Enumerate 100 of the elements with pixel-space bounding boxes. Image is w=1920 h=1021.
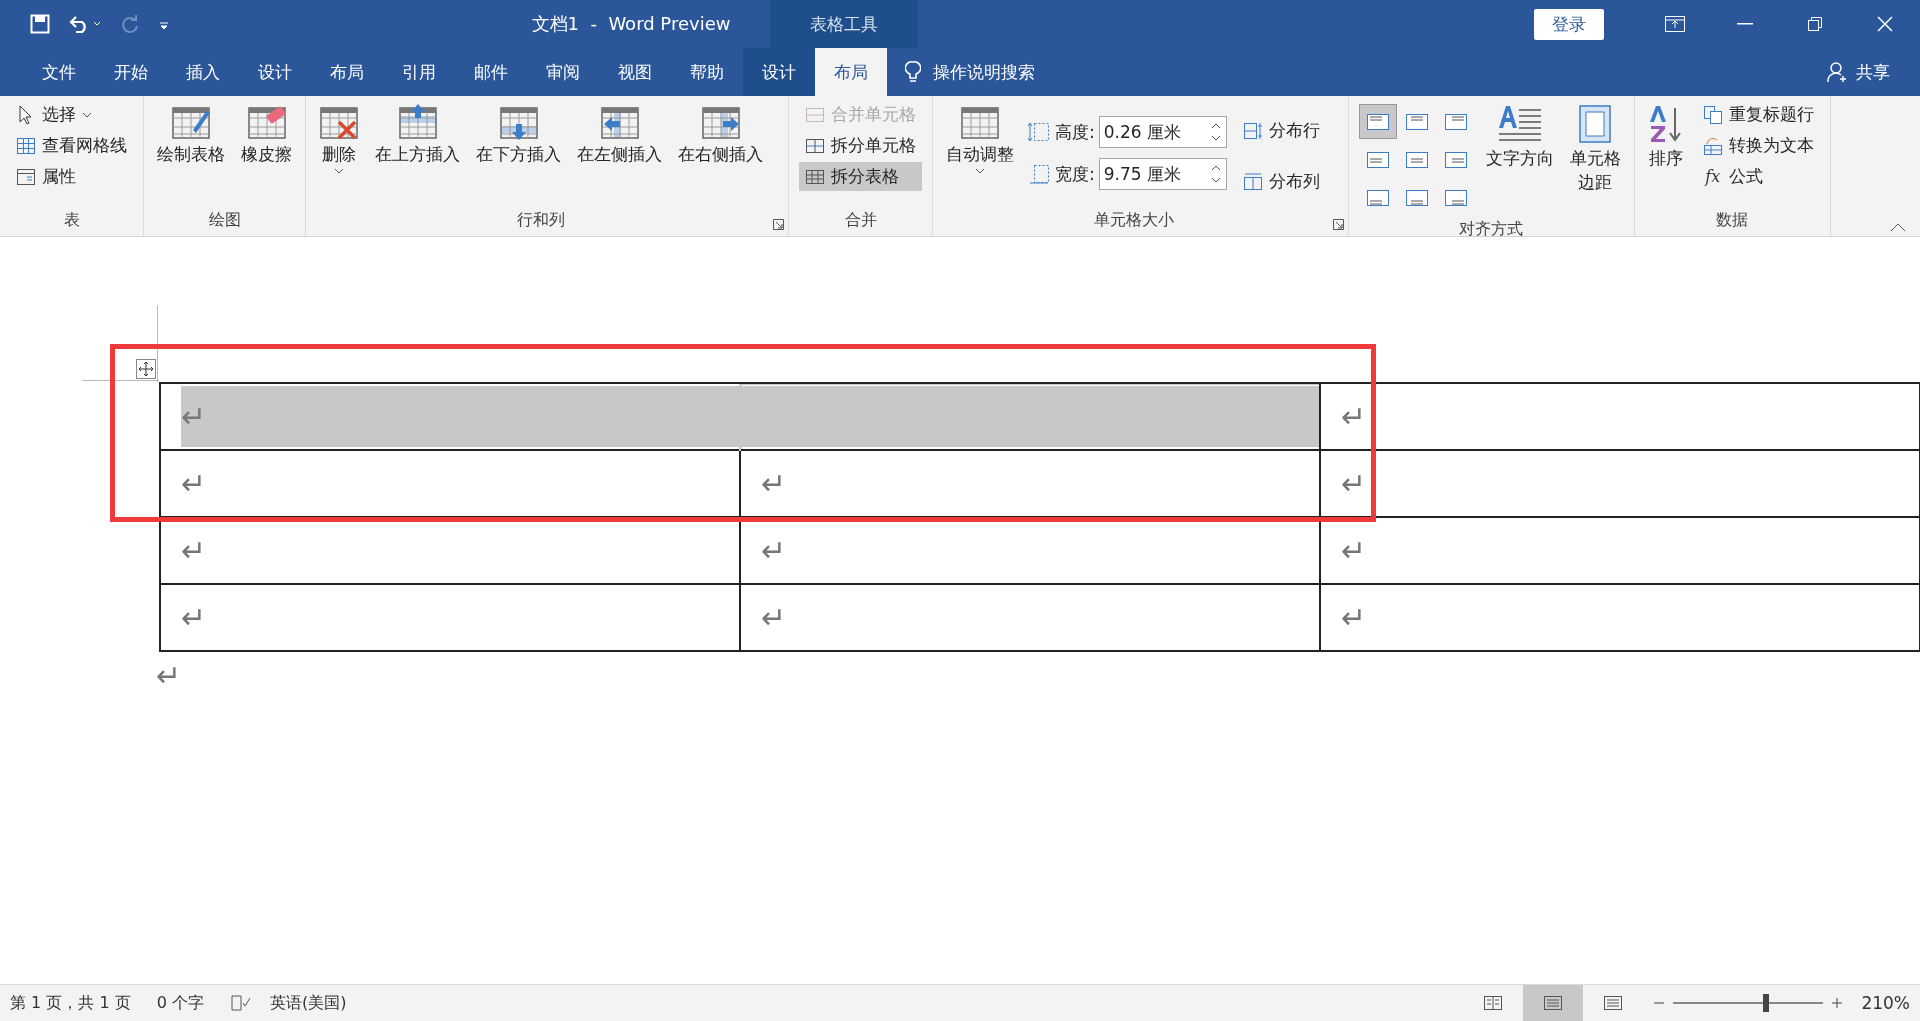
ribbon-button[interactable]: 转换为文本 [1696, 131, 1820, 160]
paragraph-mark: ↵ [156, 661, 182, 691]
spin-arrows-icon[interactable] [1209, 121, 1222, 143]
paragraph-mark: ↵ [181, 466, 207, 501]
ribbon-button[interactable]: 拆分表格 [799, 162, 922, 191]
paragraph-mark: ↵ [181, 533, 207, 568]
restore-icon [1807, 16, 1823, 32]
ribbon-tab[interactable]: 设计 [239, 48, 311, 96]
eraser-table-icon [246, 104, 287, 140]
ribbon-tab[interactable]: 布局 [815, 48, 887, 96]
zoom-in-icon[interactable] [1831, 997, 1844, 1009]
ribbon-button[interactable]: 分布列 [1236, 167, 1326, 196]
zoom-slider-thumb[interactable] [1763, 994, 1770, 1012]
dialog-launcher-icon[interactable] [773, 219, 784, 230]
insert-right-icon [700, 104, 741, 140]
ribbon-tab[interactable]: 帮助 [671, 48, 743, 96]
lightbulb-icon [905, 60, 921, 84]
close-icon [1877, 16, 1893, 32]
ribbon-button[interactable]: 重复标题行 [1696, 100, 1820, 129]
tell-me-search[interactable]: 操作说明搜索 [933, 60, 1035, 84]
spin-arrows-icon[interactable] [1209, 163, 1222, 185]
spin-field[interactable]: 0.26 厘米 [1098, 116, 1227, 148]
add-person-icon [1826, 61, 1848, 83]
ribbon-button[interactable]: 文字方向 [1482, 100, 1557, 173]
align-button[interactable] [1358, 104, 1397, 139]
undo-icon[interactable] [68, 14, 102, 34]
pen-table-icon [171, 104, 211, 140]
table-move-handle[interactable] [136, 359, 156, 379]
convert-text-icon [1702, 135, 1723, 156]
ribbon-button[interactable]: 删除 [316, 100, 362, 179]
window-title: 文档1 - Word Preview [530, 12, 732, 36]
page-icon [1543, 995, 1564, 1011]
align-text-icon [1404, 188, 1429, 207]
ribbon-tab[interactable]: 审阅 [527, 48, 599, 96]
share-button[interactable]: 共享 [1826, 48, 1890, 96]
paragraph-mark: ↵ [761, 466, 787, 501]
context-tab-group: 表格工具 [770, 0, 918, 48]
ribbon-button[interactable]: 在上方插入 [372, 100, 463, 169]
ribbon-button[interactable]: 单元格 边距 [1566, 100, 1624, 197]
dialog-launcher-icon[interactable] [1332, 219, 1344, 230]
proofing-icon[interactable] [229, 994, 252, 1012]
distribute-rows-icon [1242, 120, 1263, 141]
print-layout-button[interactable] [1523, 985, 1584, 1021]
ribbon-button[interactable]: 查看网格线 [10, 131, 133, 160]
row-height-icon [1027, 120, 1051, 144]
paragraph-mark: ↵ [181, 600, 207, 635]
language-status[interactable]: 英语(美国) [269, 992, 347, 1014]
paragraph-mark: ↵ [181, 399, 207, 434]
ribbon-tab[interactable]: 设计 [743, 48, 815, 96]
ribbon-tab[interactable]: 插入 [167, 48, 239, 96]
paragraph-mark: ↵ [1341, 533, 1367, 568]
ribbon-button[interactable]: 属性 [10, 162, 133, 191]
zoom-slider[interactable] [1673, 993, 1824, 1013]
delete-table-icon [319, 104, 359, 140]
properties-icon [16, 166, 36, 187]
ribbon-button[interactable]: 在左侧插入 [574, 100, 665, 169]
formula-icon: fx [1702, 167, 1723, 186]
group-label: 行和列 [516, 209, 566, 231]
ribbon-button[interactable]: 在下方插入 [473, 100, 564, 169]
ribbon-tab[interactable]: 视图 [599, 48, 671, 96]
ribbon-tab[interactable]: 布局 [311, 48, 383, 96]
book-icon [1483, 995, 1504, 1011]
align-text-icon [1365, 112, 1390, 131]
ribbon-tab[interactable]: 开始 [95, 48, 167, 96]
align-text-icon [1365, 188, 1390, 207]
login-button[interactable]: 登录 [1534, 8, 1604, 40]
ribbon-tab[interactable]: 邮件 [455, 48, 527, 96]
cell-margins-icon [1578, 104, 1613, 144]
word-count: 0 个字 [156, 992, 204, 1014]
spin-field[interactable]: 9.75 厘米 [1098, 158, 1227, 190]
save-icon[interactable] [30, 14, 50, 34]
align-text-icon [1443, 188, 1468, 207]
group-label: 绘图 [207, 209, 242, 231]
ribbon-button[interactable]: fx 公式 [1696, 162, 1820, 191]
ribbon-tab[interactable]: 文件 [23, 48, 95, 96]
zoom-level[interactable]: 210% [1861, 993, 1910, 1013]
text-direction-icon [1496, 104, 1543, 144]
group-label: 数据 [1715, 209, 1750, 231]
ribbon-display-icon [1664, 15, 1686, 33]
paragraph-mark: ↵ [761, 600, 787, 635]
group-label: 表 [62, 209, 81, 231]
ribbon-button[interactable]: 排序 [1644, 100, 1687, 173]
ribbon-button[interactable]: 分布行 [1236, 116, 1326, 145]
align-text-icon [1365, 150, 1390, 169]
align-text-icon [1443, 112, 1468, 131]
paragraph-mark: ↵ [1341, 600, 1367, 635]
repeat-header-icon [1702, 104, 1723, 125]
ribbon-button[interactable]: 在右侧插入 [675, 100, 766, 169]
ribbon-button[interactable]: 自动调整 [943, 100, 1017, 179]
field-label: 宽度: [1055, 162, 1095, 186]
paragraph-mark: ↵ [761, 533, 787, 568]
ribbon-button[interactable]: 绘制表格 [154, 100, 228, 169]
ribbon-button[interactable]: 选择 [10, 100, 133, 129]
field-label: 高度: [1055, 120, 1095, 144]
ribbon-button[interactable]: 橡皮擦 [238, 100, 295, 169]
ribbon-tab[interactable]: 引用 [383, 48, 455, 96]
paragraph-mark: ↵ [1341, 399, 1367, 434]
collapse-ribbon-icon[interactable] [1890, 222, 1906, 232]
redo-icon[interactable] [120, 14, 140, 34]
ribbon-button[interactable]: 拆分单元格 [799, 131, 922, 160]
